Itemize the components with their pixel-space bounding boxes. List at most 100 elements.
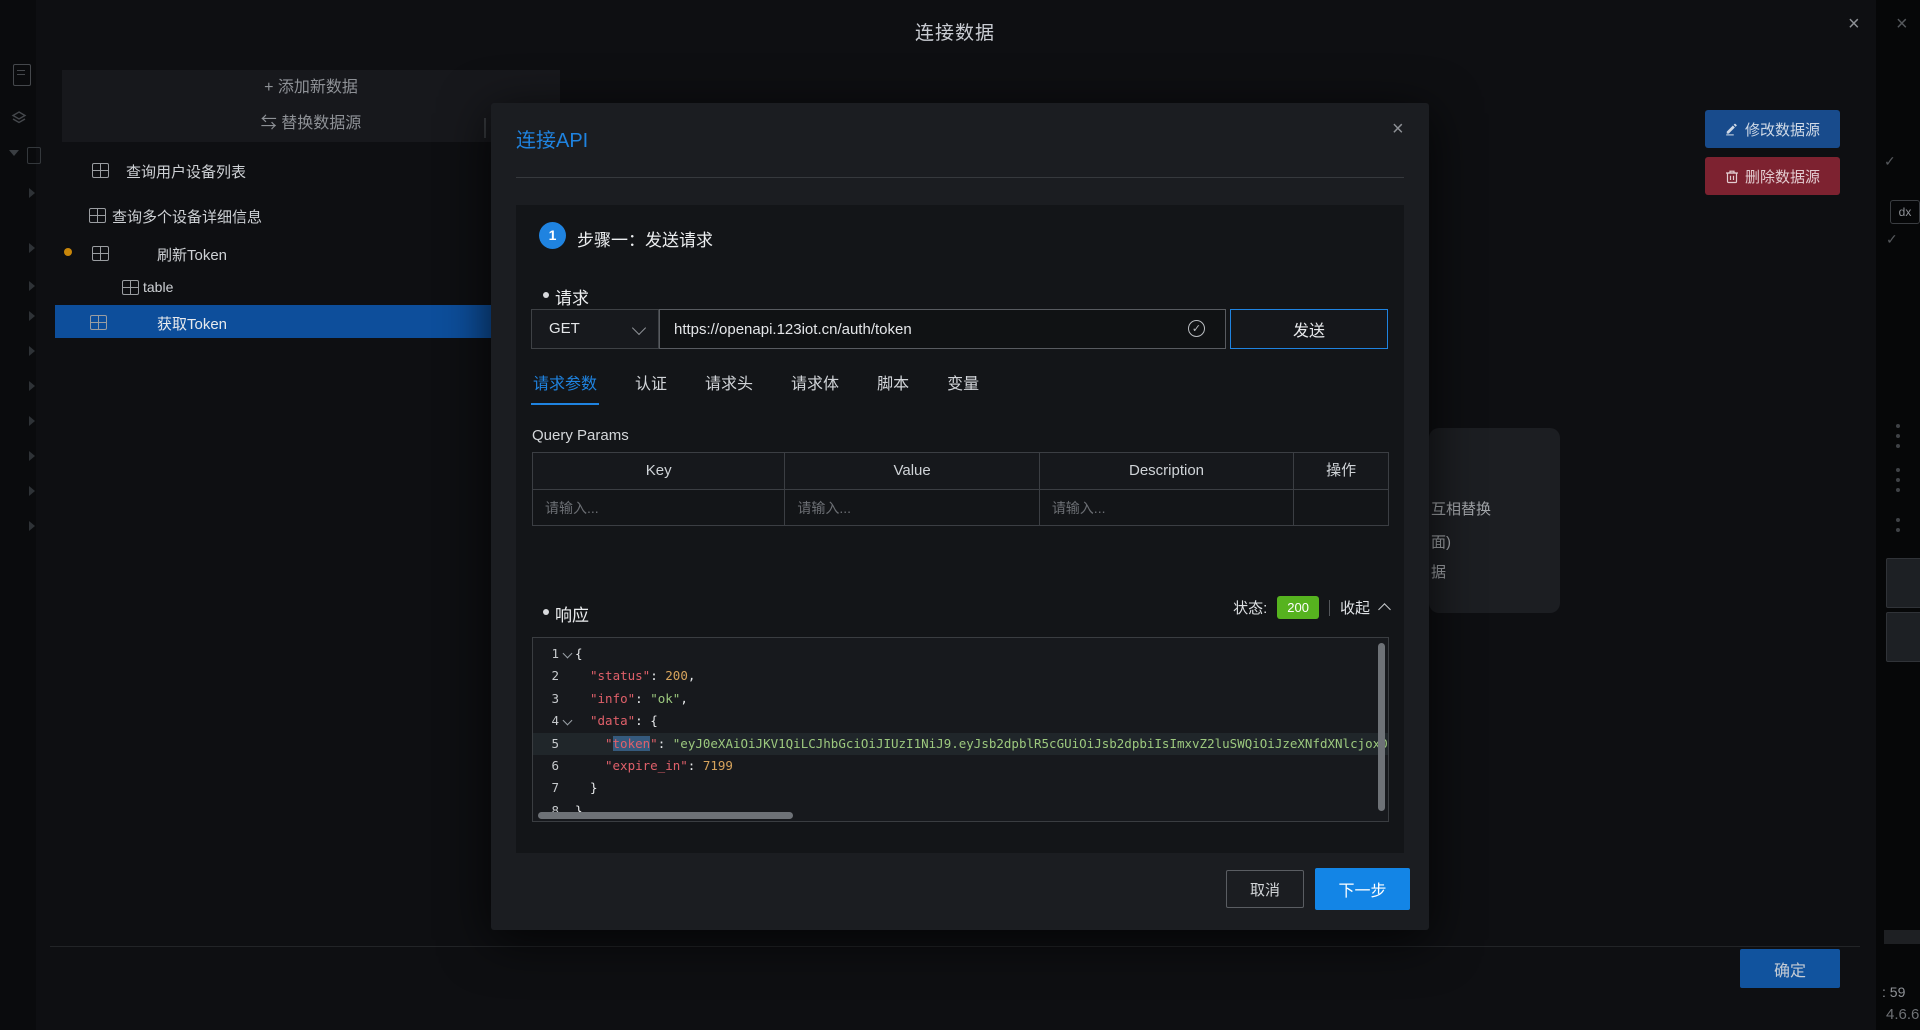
param-input[interactable] [1040, 490, 1293, 525]
tree-collapse-caret[interactable] [9, 150, 19, 156]
toolbar-divider [484, 118, 486, 138]
tab-6[interactable]: 变量 [945, 370, 981, 405]
table-cell [785, 490, 1039, 525]
edge-check-icon: ✓ [1886, 231, 1898, 248]
delete-datasource-label: 删除数据源 [1745, 166, 1820, 187]
tab-1[interactable]: 请求参数 [531, 370, 599, 405]
method-select[interactable]: GET [531, 309, 659, 349]
modal-title: 连接API [516, 124, 588, 153]
tab-5[interactable]: 脚本 [875, 370, 911, 405]
code-token: "ok" [650, 691, 680, 706]
code-token: " [650, 736, 658, 751]
version-label: 4.6.6 [1886, 1006, 1919, 1023]
edge-panel-fragment [1884, 930, 1920, 944]
trash-icon [1725, 169, 1739, 184]
thumbnail-card[interactable] [1886, 558, 1920, 608]
url-valid-icon: ✓ [1188, 320, 1205, 337]
line-number: 1 [541, 643, 559, 665]
table-icon [90, 315, 107, 330]
chevron-up-icon[interactable] [1378, 603, 1391, 616]
tree-expand-caret[interactable] [29, 311, 35, 321]
document-icon[interactable] [13, 64, 31, 86]
vertical-scrollbar[interactable] [1378, 643, 1385, 811]
modal-content-panel: 1 步骤一：发送请求 请求 GET ✓ 发送 请求参数认证请求头请求体脚本变量 … [516, 205, 1404, 853]
tree-expand-caret[interactable] [29, 521, 35, 531]
sidebar-item-label: 查询多个设备详细信息 [112, 206, 262, 227]
status-label: 状态: [1233, 597, 1267, 618]
replace-datasource-label: 替换数据源 [281, 115, 361, 132]
tree-expand-caret[interactable] [29, 188, 35, 198]
fold-arrow-icon[interactable] [563, 716, 573, 726]
fold-arrow-icon[interactable] [563, 649, 573, 659]
line-number: 2 [541, 665, 559, 687]
modal-close-icon[interactable]: × [1392, 118, 1404, 141]
cancel-button[interactable]: 取消 [1226, 870, 1304, 908]
thumbnail-card[interactable] [1886, 612, 1920, 662]
sidebar-item-2[interactable]: 查询多个设备详细信息 [55, 198, 492, 231]
step-number-badge: 1 [539, 222, 566, 249]
sidebar-item-4[interactable]: table [55, 270, 492, 303]
tree-expand-caret[interactable] [29, 486, 35, 496]
sidebar-item-label: 查询用户设备列表 [126, 161, 246, 182]
status-code-badge: 200 [1277, 596, 1319, 619]
edge-close-icon[interactable]: × [1896, 14, 1908, 34]
column-header: Description [1040, 453, 1294, 489]
param-input[interactable] [533, 490, 784, 525]
code-token: 7199 [703, 758, 733, 773]
chevron-down-icon [632, 321, 646, 335]
meta-divider [1329, 600, 1330, 616]
code-token: "expire_in" [605, 758, 688, 773]
tree-expand-caret[interactable] [29, 451, 35, 461]
add-new-data-label: 添加新数据 [278, 79, 358, 96]
tab-3[interactable]: 请求头 [703, 370, 755, 405]
response-bullet [543, 609, 549, 615]
code-token: : [635, 691, 650, 706]
line-number: 6 [541, 755, 559, 777]
query-params-title: Query Params [532, 427, 629, 444]
response-code-editor[interactable]: 1 {2 "status": 200, 3 "info": "ok",4"data": … [532, 637, 1389, 822]
add-new-data-button[interactable]: + 添加新数据 [62, 70, 560, 106]
delete-datasource-button[interactable]: 删除数据源 [1705, 157, 1840, 195]
layers-icon[interactable] [11, 110, 27, 126]
code-line-4: 4"data": { [533, 710, 1388, 732]
fps-counter: : 59 [1882, 984, 1905, 1000]
code-text: "info": "ok", [590, 688, 688, 710]
sidebar-item-1[interactable]: 查询用户设备列表 [55, 153, 492, 186]
query-params-table: KeyValueDescription操作 [532, 452, 1389, 526]
code-token: "data" [590, 713, 635, 728]
table-icon [92, 163, 109, 178]
table-row [533, 490, 1388, 525]
tree-expand-caret[interactable] [29, 281, 35, 291]
dialog-close-icon[interactable]: × [1848, 14, 1860, 34]
param-input[interactable] [785, 490, 1038, 525]
table-icon [92, 246, 109, 261]
tree-expand-caret[interactable] [29, 346, 35, 356]
collapse-label[interactable]: 收起 [1340, 597, 1370, 618]
code-token: : [658, 736, 673, 751]
sidebar-item-label: 刷新Token [157, 244, 227, 265]
confirm-button[interactable]: 确定 [1740, 949, 1840, 988]
sidebar-item-3[interactable]: 刷新Token [55, 236, 492, 269]
pencil-icon [1725, 122, 1739, 136]
send-button[interactable]: 发送 [1230, 309, 1388, 349]
next-step-button[interactable]: 下一步 [1315, 868, 1410, 910]
unsaved-dot-icon [64, 248, 72, 256]
line-number: 3 [541, 688, 559, 710]
edit-datasource-button[interactable]: 修改数据源 [1705, 110, 1840, 148]
code-text: "status": 200, [590, 665, 695, 687]
method-value: GET [549, 320, 580, 337]
table-cell [533, 490, 785, 525]
code-token: { [575, 646, 583, 661]
tab-4[interactable]: 请求体 [789, 370, 841, 405]
code-token: , [688, 668, 696, 683]
tab-2[interactable]: 认证 [633, 370, 669, 405]
swap-icon: ⇆ [261, 115, 277, 132]
tree-expand-caret[interactable] [29, 381, 35, 391]
tree-expand-caret[interactable] [29, 243, 35, 253]
code-token: "status" [590, 668, 650, 683]
url-input[interactable] [659, 309, 1226, 349]
sidebar-item-5[interactable]: 获取Token [55, 305, 492, 338]
horizontal-scrollbar[interactable] [538, 812, 793, 819]
tree-expand-caret[interactable] [29, 416, 35, 426]
code-text: } [590, 777, 598, 799]
